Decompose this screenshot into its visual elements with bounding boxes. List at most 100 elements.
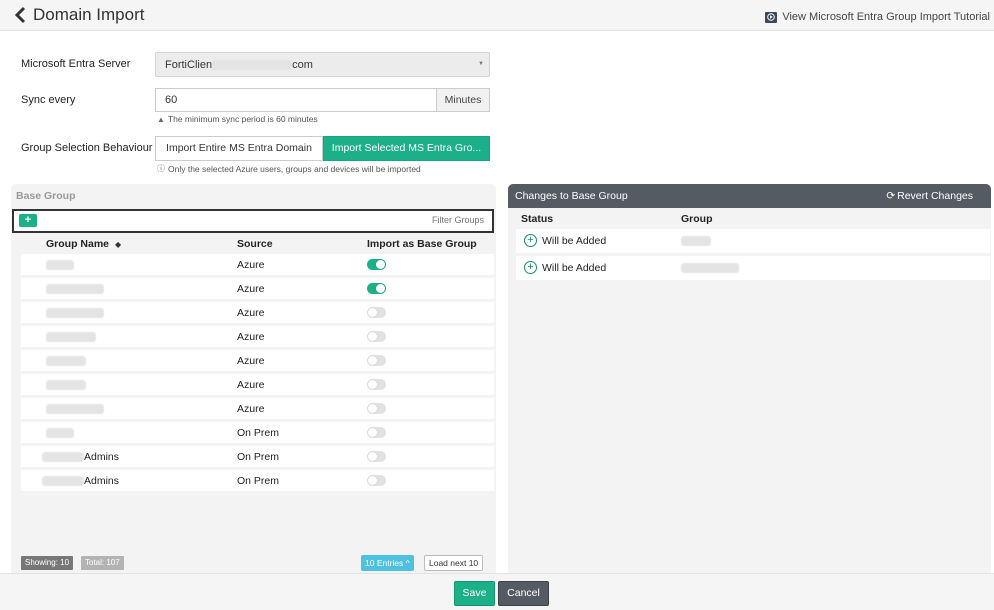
- column-header-status: Status: [521, 213, 554, 225]
- table-row[interactable]: Azure: [21, 374, 494, 395]
- group-name-cell: [46, 403, 104, 415]
- redacted-text: [46, 428, 74, 439]
- import-toggle[interactable]: [367, 355, 386, 366]
- sync-input[interactable]: [155, 88, 436, 112]
- sync-hint: ▲ The minimum sync period is 60 minutes: [157, 114, 318, 124]
- change-status: Will be Added: [542, 262, 607, 274]
- server-select[interactable]: FortiClien com ▼: [155, 52, 490, 77]
- toggle-knob: [368, 380, 377, 389]
- table-row[interactable]: Azure: [21, 350, 494, 371]
- table-row[interactable]: On Prem: [21, 422, 494, 443]
- base-group-title: Base Group: [16, 190, 76, 202]
- table-row[interactable]: Admins On Prem: [21, 446, 494, 467]
- cancel-button[interactable]: Cancel: [498, 581, 549, 606]
- toggle-knob: [368, 308, 377, 317]
- redacted-text: [46, 284, 104, 295]
- total-badge: Total: 107: [81, 556, 124, 570]
- source-cell: On Prem: [237, 451, 280, 463]
- import-toggle[interactable]: [367, 403, 386, 414]
- sync-label: Sync every: [21, 94, 76, 106]
- import-toggle[interactable]: [367, 427, 386, 438]
- caret-down-icon: ▼: [478, 61, 484, 67]
- revert-label: Revert Changes: [897, 190, 973, 202]
- import-selected-groups-button[interactable]: Import Selected MS Entra Gro...: [323, 136, 490, 161]
- column-header-group-name[interactable]: Group Name ◆: [46, 238, 121, 250]
- group-name-cell: [46, 355, 86, 367]
- import-toggle[interactable]: [367, 379, 386, 390]
- entries-dropdown[interactable]: 10 Entries ^: [361, 555, 414, 571]
- showing-badge: Showing: 10: [21, 556, 74, 570]
- base-group-toolbar: +: [12, 209, 494, 233]
- changes-panel: Changes to Base Group ⟳ Revert Changes St…: [508, 184, 991, 574]
- save-button[interactable]: Save: [454, 581, 495, 606]
- redacted-text: [212, 60, 293, 71]
- source-cell: On Prem: [237, 475, 280, 487]
- toggle-knob: [368, 428, 377, 437]
- group-name-cell: [46, 427, 74, 439]
- toggle-knob: [368, 356, 377, 365]
- group-name-cell: Admins: [42, 451, 119, 463]
- entries-label: 10 Entries: [365, 558, 404, 568]
- toggle-knob: [368, 332, 377, 341]
- changes-title: Changes to Base Group: [515, 190, 628, 202]
- server-value-prefix: FortiClien: [165, 59, 213, 71]
- import-toggle[interactable]: [367, 331, 386, 342]
- load-next-button[interactable]: Load next 10: [424, 555, 484, 571]
- redacted-text: [46, 404, 104, 415]
- page-header: Domain Import View Microsoft Entra Group…: [0, 0, 994, 31]
- group-name-text: Admins: [84, 475, 120, 487]
- plus-icon: +: [24, 214, 32, 226]
- info-icon: ⓘ: [157, 164, 165, 173]
- source-cell: On Prem: [237, 427, 280, 439]
- redacted-text: [46, 260, 74, 271]
- group-name-cell: [46, 283, 104, 295]
- import-toggle[interactable]: [367, 283, 386, 294]
- source-cell: Azure: [237, 379, 265, 391]
- sort-icon[interactable]: ◆: [115, 240, 121, 249]
- behaviour-label: Group Selection Behaviour: [21, 142, 153, 154]
- redacted-text: [42, 452, 84, 463]
- toggle-knob: [368, 476, 377, 485]
- page-footer: Save Cancel: [0, 573, 994, 610]
- redacted-text: [681, 236, 711, 247]
- column-header-group: Group: [681, 213, 713, 225]
- table-row[interactable]: Azure: [21, 278, 494, 299]
- table-row[interactable]: Azure: [21, 302, 494, 323]
- group-name-cell: [46, 379, 86, 391]
- import-toggle[interactable]: [367, 259, 386, 270]
- redacted-text: [46, 380, 86, 391]
- add-group-button[interactable]: +: [19, 214, 37, 227]
- group-name-cell: [46, 259, 74, 271]
- change-group: [681, 262, 739, 274]
- redacted-text: [681, 263, 739, 274]
- sync-hint-text: The minimum sync period is 60 minutes: [167, 114, 318, 124]
- import-toggle[interactable]: [367, 451, 386, 462]
- redacted-text: [42, 476, 84, 487]
- table-row[interactable]: Admins On Prem: [21, 470, 494, 491]
- tutorial-link[interactable]: View Microsoft Entra Group Import Tutori…: [765, 11, 990, 23]
- chevron-left-icon[interactable]: [14, 6, 28, 24]
- source-cell: Azure: [237, 355, 265, 367]
- group-name-cell: Admins: [42, 475, 119, 487]
- import-toggle[interactable]: [367, 307, 386, 318]
- source-cell: Azure: [237, 307, 265, 319]
- plus-circle-icon: +: [524, 261, 537, 274]
- revert-changes-button[interactable]: ⟳ Revert Changes: [886, 190, 973, 202]
- table-row[interactable]: Azure: [21, 398, 494, 419]
- sync-unit: Minutes: [436, 88, 490, 112]
- change-row: + Will be Added: [516, 229, 990, 253]
- filter-groups-input[interactable]: [284, 215, 484, 225]
- group-name-text: Admins: [84, 451, 120, 463]
- tutorial-link-label: View Microsoft Entra Group Import Tutori…: [782, 11, 990, 23]
- source-cell: Azure: [237, 331, 265, 343]
- source-cell: Azure: [237, 403, 265, 415]
- plus-circle-icon: +: [524, 234, 537, 247]
- table-row[interactable]: Azure: [21, 326, 494, 347]
- import-toggle[interactable]: [367, 475, 386, 486]
- import-entire-domain-button[interactable]: Import Entire MS Entra Domain: [155, 136, 323, 161]
- change-group: [681, 235, 711, 247]
- server-label: Microsoft Entra Server: [21, 58, 131, 70]
- column-header-import: Import as Base Group: [367, 238, 477, 250]
- source-cell: Azure: [237, 283, 265, 295]
- table-row[interactable]: Azure: [21, 254, 494, 275]
